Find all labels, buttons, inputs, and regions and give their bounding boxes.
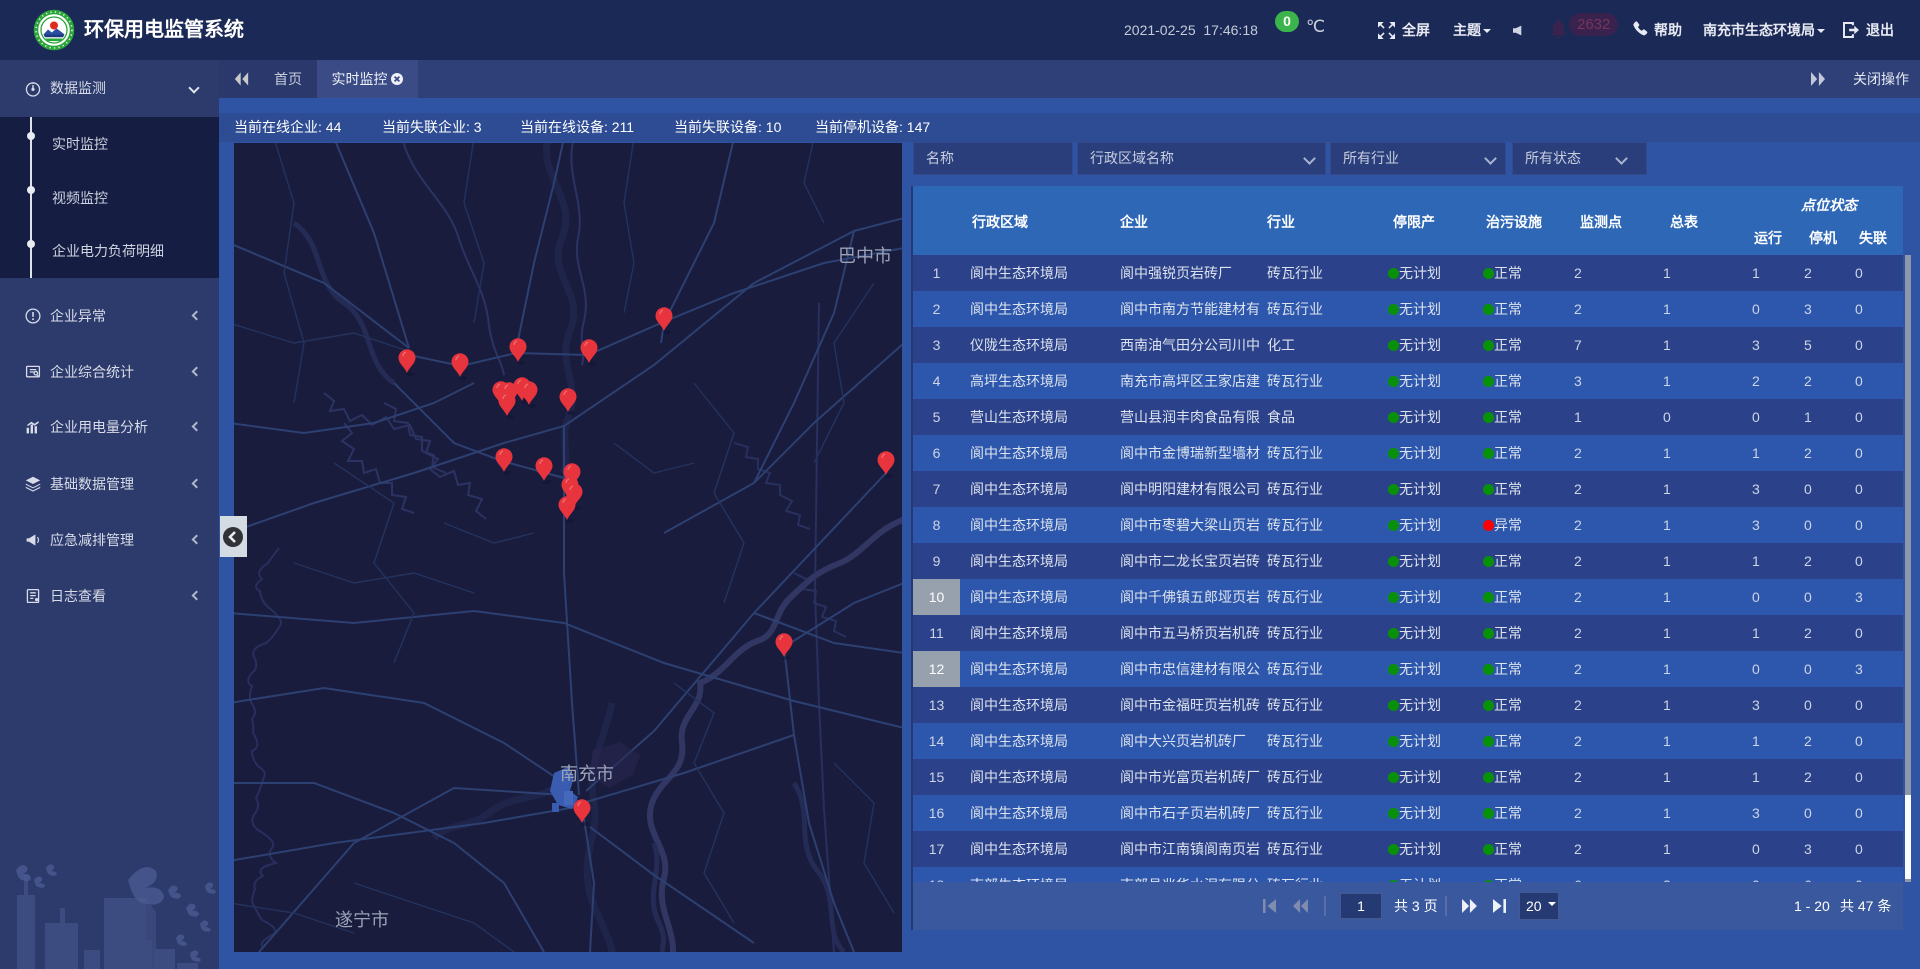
svg-text:巴中市: 巴中市 <box>838 246 892 266</box>
svg-text:遂宁市: 遂宁市 <box>335 910 389 930</box>
svg-text:南充市: 南充市 <box>560 764 614 784</box>
